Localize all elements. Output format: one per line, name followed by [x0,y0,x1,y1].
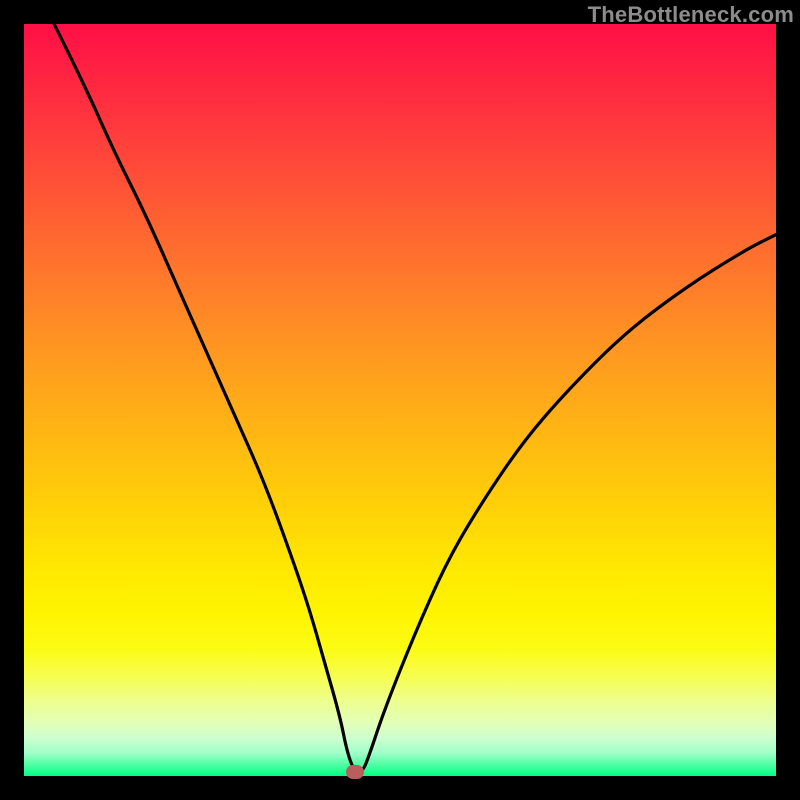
plot-area [24,24,776,776]
chart-frame: TheBottleneck.com [0,0,800,800]
bottleneck-marker [346,765,364,779]
bottleneck-curve [24,24,776,776]
